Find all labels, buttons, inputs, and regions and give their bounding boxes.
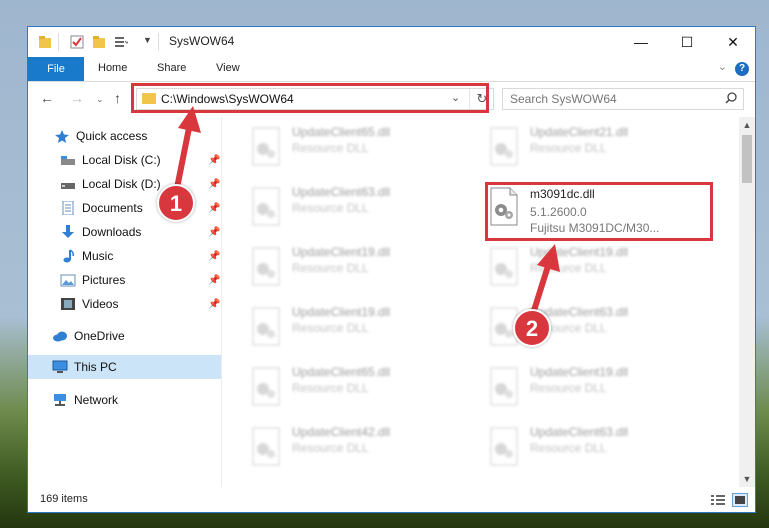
annotation-arrows xyxy=(173,106,560,321)
arrow-step-1 xyxy=(173,106,201,194)
step-2-badge: 2 xyxy=(513,309,551,347)
step-1-badge: 1 xyxy=(157,184,195,222)
